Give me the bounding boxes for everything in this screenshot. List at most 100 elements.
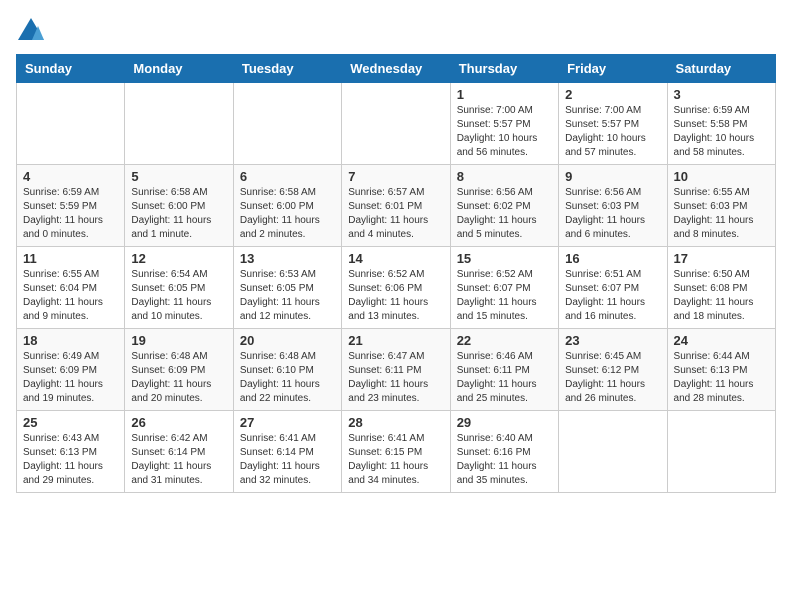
calendar-cell: 8 Sunrise: 6:56 AM Sunset: 6:02 PM Daylig… xyxy=(450,165,558,247)
calendar-cell xyxy=(125,83,233,165)
calendar-cell: 18 Sunrise: 6:49 AM Sunset: 6:09 PM Dayli… xyxy=(17,329,125,411)
calendar-cell xyxy=(342,83,450,165)
calendar-row-2: 4Sunrise: 6:59 AM Sunset: 5:59 PM Daylig… xyxy=(17,165,776,247)
calendar-cell: 27 Sunrise: 6:41 AM Sunset: 6:14 PM Dayli… xyxy=(233,411,341,493)
day-info: Sunrise: 6:59 AM Sunset: 5:58 PM Dayligh… xyxy=(674,104,769,160)
calendar-cell: 13Sunrise: 6:53 AM Sunset: 6:05 PM Dayli… xyxy=(233,247,341,329)
day-info: Sunrise: 6:52 AM Sunset: 6:07 PM Dayligh… xyxy=(457,268,552,324)
calendar-cell: 2 Sunrise: 7:00 AM Sunset: 5:57 PM Daylig… xyxy=(559,83,667,165)
day-number: 9 xyxy=(565,169,660,184)
calendar-cell: 9 Sunrise: 6:56 AM Sunset: 6:03 PM Daylig… xyxy=(559,165,667,247)
weekday-header-sunday: Sunday xyxy=(17,55,125,83)
day-number: 21 xyxy=(348,333,443,348)
day-number: 24 xyxy=(674,333,769,348)
calendar-row-1: 1Sunrise: 7:00 AM Sunset: 5:57 PM Daylig… xyxy=(17,83,776,165)
day-info: Sunrise: 6:56 AM Sunset: 6:02 PM Dayligh… xyxy=(457,186,552,242)
day-number: 16 xyxy=(565,251,660,266)
page-header xyxy=(16,16,776,46)
day-number: 11 xyxy=(23,251,118,266)
calendar-cell: 6Sunrise: 6:58 AM Sunset: 6:00 PM Daylig… xyxy=(233,165,341,247)
day-info: Sunrise: 6:51 AM Sunset: 6:07 PM Dayligh… xyxy=(565,268,660,324)
calendar-cell: 16 Sunrise: 6:51 AM Sunset: 6:07 PM Dayli… xyxy=(559,247,667,329)
calendar-cell: 17 Sunrise: 6:50 AM Sunset: 6:08 PM Dayli… xyxy=(667,247,775,329)
day-number: 19 xyxy=(131,333,226,348)
day-number: 18 xyxy=(23,333,118,348)
calendar: SundayMondayTuesdayWednesdayThursdayFrid… xyxy=(16,54,776,493)
calendar-cell: 22 Sunrise: 6:46 AM Sunset: 6:11 PM Dayli… xyxy=(450,329,558,411)
calendar-cell: 19 Sunrise: 6:48 AM Sunset: 6:09 PM Dayli… xyxy=(125,329,233,411)
day-info: Sunrise: 6:41 AM Sunset: 6:15 PM Dayligh… xyxy=(348,432,443,488)
calendar-cell xyxy=(17,83,125,165)
day-number: 2 xyxy=(565,87,660,102)
weekday-header-thursday: Thursday xyxy=(450,55,558,83)
calendar-cell: 21 Sunrise: 6:47 AM Sunset: 6:11 PM Dayli… xyxy=(342,329,450,411)
day-info: Sunrise: 6:56 AM Sunset: 6:03 PM Dayligh… xyxy=(565,186,660,242)
day-info: Sunrise: 6:49 AM Sunset: 6:09 PM Dayligh… xyxy=(23,350,118,406)
calendar-cell: 11 Sunrise: 6:55 AM Sunset: 6:04 PM Dayli… xyxy=(17,247,125,329)
day-info: Sunrise: 6:48 AM Sunset: 6:09 PM Dayligh… xyxy=(131,350,226,406)
calendar-cell: 12 Sunrise: 6:54 AM Sunset: 6:05 PM Dayli… xyxy=(125,247,233,329)
calendar-cell: 10 Sunrise: 6:55 AM Sunset: 6:03 PM Dayli… xyxy=(667,165,775,247)
day-info: Sunrise: 6:57 AM Sunset: 6:01 PM Dayligh… xyxy=(348,186,443,242)
weekday-header-tuesday: Tuesday xyxy=(233,55,341,83)
calendar-cell: 7 Sunrise: 6:57 AM Sunset: 6:01 PM Daylig… xyxy=(342,165,450,247)
day-info: Sunrise: 7:00 AM Sunset: 5:57 PM Dayligh… xyxy=(457,104,552,160)
calendar-cell: 1Sunrise: 7:00 AM Sunset: 5:57 PM Daylig… xyxy=(450,83,558,165)
calendar-cell: 25 Sunrise: 6:43 AM Sunset: 6:13 PM Dayli… xyxy=(17,411,125,493)
weekday-header-wednesday: Wednesday xyxy=(342,55,450,83)
day-number: 4 xyxy=(23,169,118,184)
calendar-row-3: 11 Sunrise: 6:55 AM Sunset: 6:04 PM Dayli… xyxy=(17,247,776,329)
day-info: Sunrise: 7:00 AM Sunset: 5:57 PM Dayligh… xyxy=(565,104,660,160)
calendar-cell: 24 Sunrise: 6:44 AM Sunset: 6:13 PM Dayli… xyxy=(667,329,775,411)
calendar-cell: 4Sunrise: 6:59 AM Sunset: 5:59 PM Daylig… xyxy=(17,165,125,247)
calendar-cell: 15 Sunrise: 6:52 AM Sunset: 6:07 PM Dayli… xyxy=(450,247,558,329)
day-number: 23 xyxy=(565,333,660,348)
day-number: 14 xyxy=(348,251,443,266)
day-info: Sunrise: 6:52 AM Sunset: 6:06 PM Dayligh… xyxy=(348,268,443,324)
day-number: 26 xyxy=(131,415,226,430)
day-info: Sunrise: 6:48 AM Sunset: 6:10 PM Dayligh… xyxy=(240,350,335,406)
calendar-cell: 23 Sunrise: 6:45 AM Sunset: 6:12 PM Dayli… xyxy=(559,329,667,411)
day-info: Sunrise: 6:41 AM Sunset: 6:14 PM Dayligh… xyxy=(240,432,335,488)
day-info: Sunrise: 6:43 AM Sunset: 6:13 PM Dayligh… xyxy=(23,432,118,488)
day-number: 15 xyxy=(457,251,552,266)
day-info: Sunrise: 6:54 AM Sunset: 6:05 PM Dayligh… xyxy=(131,268,226,324)
day-info: Sunrise: 6:50 AM Sunset: 6:08 PM Dayligh… xyxy=(674,268,769,324)
calendar-row-4: 18 Sunrise: 6:49 AM Sunset: 6:09 PM Dayli… xyxy=(17,329,776,411)
day-number: 6 xyxy=(240,169,335,184)
logo xyxy=(16,16,48,46)
calendar-cell: 3Sunrise: 6:59 AM Sunset: 5:58 PM Daylig… xyxy=(667,83,775,165)
day-info: Sunrise: 6:44 AM Sunset: 6:13 PM Dayligh… xyxy=(674,350,769,406)
day-number: 22 xyxy=(457,333,552,348)
day-number: 12 xyxy=(131,251,226,266)
calendar-cell: 26 Sunrise: 6:42 AM Sunset: 6:14 PM Dayli… xyxy=(125,411,233,493)
day-info: Sunrise: 6:45 AM Sunset: 6:12 PM Dayligh… xyxy=(565,350,660,406)
day-info: Sunrise: 6:46 AM Sunset: 6:11 PM Dayligh… xyxy=(457,350,552,406)
day-number: 20 xyxy=(240,333,335,348)
day-number: 7 xyxy=(348,169,443,184)
day-info: Sunrise: 6:47 AM Sunset: 6:11 PM Dayligh… xyxy=(348,350,443,406)
day-number: 29 xyxy=(457,415,552,430)
day-info: Sunrise: 6:55 AM Sunset: 6:04 PM Dayligh… xyxy=(23,268,118,324)
calendar-row-5: 25 Sunrise: 6:43 AM Sunset: 6:13 PM Dayli… xyxy=(17,411,776,493)
weekday-header-row: SundayMondayTuesdayWednesdayThursdayFrid… xyxy=(17,55,776,83)
calendar-cell xyxy=(233,83,341,165)
logo-icon xyxy=(16,16,46,46)
calendar-cell: 20 Sunrise: 6:48 AM Sunset: 6:10 PM Dayli… xyxy=(233,329,341,411)
weekday-header-saturday: Saturday xyxy=(667,55,775,83)
day-number: 5 xyxy=(131,169,226,184)
day-info: Sunrise: 6:40 AM Sunset: 6:16 PM Dayligh… xyxy=(457,432,552,488)
weekday-header-friday: Friday xyxy=(559,55,667,83)
day-number: 27 xyxy=(240,415,335,430)
calendar-cell: 14 Sunrise: 6:52 AM Sunset: 6:06 PM Dayli… xyxy=(342,247,450,329)
day-info: Sunrise: 6:58 AM Sunset: 6:00 PM Dayligh… xyxy=(131,186,226,242)
day-number: 8 xyxy=(457,169,552,184)
day-number: 13 xyxy=(240,251,335,266)
day-number: 17 xyxy=(674,251,769,266)
day-number: 25 xyxy=(23,415,118,430)
day-info: Sunrise: 6:42 AM Sunset: 6:14 PM Dayligh… xyxy=(131,432,226,488)
day-number: 10 xyxy=(674,169,769,184)
calendar-cell: 28Sunrise: 6:41 AM Sunset: 6:15 PM Dayli… xyxy=(342,411,450,493)
calendar-cell xyxy=(667,411,775,493)
day-info: Sunrise: 6:55 AM Sunset: 6:03 PM Dayligh… xyxy=(674,186,769,242)
